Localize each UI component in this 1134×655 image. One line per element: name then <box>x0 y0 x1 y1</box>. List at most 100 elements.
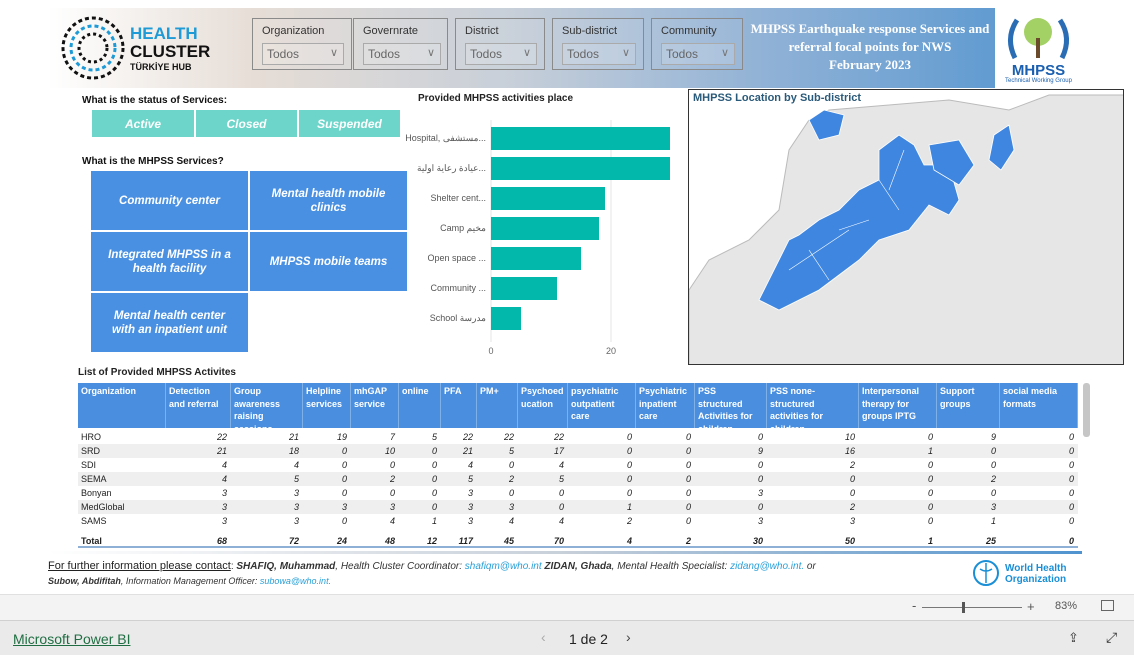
column-header[interactable]: Detection and referral <box>166 383 231 428</box>
chevron-down-icon: ∨ <box>329 47 338 59</box>
table-cell: 0 <box>1068 474 1074 484</box>
table-row[interactable]: HRO 22 21 19 7 5 22 22 22 0 0 0 10 0 9 0 <box>78 430 1078 444</box>
table-cell: 2 <box>626 516 632 526</box>
filter-organization[interactable]: Organization Todos ∨ <box>252 18 352 70</box>
logo-text-health: HEALTH <box>130 24 198 43</box>
table-scrollbar[interactable] <box>1083 383 1090 437</box>
total-cell: 70 <box>553 536 564 546</box>
community-dropdown[interactable]: Todos ∨ <box>661 43 735 65</box>
bar[interactable] <box>491 247 581 270</box>
total-cell: 68 <box>216 536 227 546</box>
district-dropdown[interactable]: Todos ∨ <box>465 43 537 65</box>
table-cell: 0 <box>927 432 933 442</box>
filter-governrate[interactable]: Governrate Todos ∨ <box>353 18 448 70</box>
status-closed-button[interactable]: Closed <box>196 110 297 137</box>
table-cell: 3 <box>467 488 473 498</box>
column-header[interactable]: Psychoed ucation <box>518 383 568 428</box>
mhpss-logo-text: MHPSS <box>1011 62 1066 79</box>
service-mobile-teams[interactable]: MHPSS mobile teams <box>250 232 407 291</box>
filter-sub-district[interactable]: Sub-district Todos ∨ <box>552 18 644 70</box>
bar[interactable] <box>491 277 557 300</box>
table-row[interactable]: SDI 4 4 0 0 0 4 0 4 0 0 0 2 0 0 0 <box>78 458 1078 472</box>
prev-page-icon[interactable]: ‹ <box>541 629 546 645</box>
column-header[interactable]: Psychiatric inpatient care <box>636 383 695 428</box>
contact-email-link[interactable]: subowa@who.int. <box>260 576 331 586</box>
governrate-dropdown[interactable]: Todos ∨ <box>363 43 441 65</box>
table-cell: 0 <box>431 460 437 470</box>
share-icon[interactable]: ⇪ <box>1068 630 1079 646</box>
health-cluster-logo: HEALTH CLUSTER TÜRKİYE HUB <box>58 13 210 83</box>
table-cell: 19 <box>336 432 347 442</box>
bar[interactable] <box>491 187 605 210</box>
column-header[interactable]: mhGAP service <box>351 383 399 428</box>
table-cell: 5 <box>558 474 564 484</box>
column-header[interactable]: Organization <box>78 383 166 428</box>
column-header[interactable]: Support groups <box>937 383 1000 428</box>
fullscreen-icon[interactable]: ⤢ <box>1106 629 1117 646</box>
next-page-icon[interactable]: › <box>626 629 631 645</box>
column-header[interactable]: Helpline services <box>303 383 351 428</box>
bar[interactable] <box>491 217 599 240</box>
sub-district-dropdown[interactable]: Todos ∨ <box>562 43 636 65</box>
service-inpatient-center[interactable]: Mental health center with an inpatient u… <box>91 293 248 352</box>
table-cell: 2 <box>849 502 855 512</box>
column-header[interactable]: PM+ <box>477 383 518 428</box>
table-cell: 2 <box>508 474 514 484</box>
zoom-slider[interactable] <box>922 602 1022 613</box>
table-cell: 0 <box>558 488 564 498</box>
table-row[interactable]: MedGlobal 3 3 3 3 0 3 3 0 1 0 0 2 0 3 0 <box>78 500 1078 514</box>
zoom-out-button[interactable]: - <box>912 598 916 613</box>
table-cell: 5 <box>293 474 299 484</box>
fit-to-page-icon[interactable] <box>1101 600 1114 611</box>
column-header[interactable]: PFA <box>441 383 477 428</box>
table-cell: 0 <box>431 474 437 484</box>
table-row[interactable]: SAMS 3 3 0 4 1 3 4 4 2 0 3 3 0 1 0 <box>78 514 1078 528</box>
filter-community[interactable]: Community Todos ∨ <box>651 18 743 70</box>
bar[interactable] <box>491 157 670 180</box>
column-header[interactable]: Interpersonal therapy for groups IPTG <box>859 383 937 428</box>
column-header[interactable]: psychiatric outpatient care <box>568 383 636 428</box>
table-cell: 0 <box>757 474 763 484</box>
activities-table: Organization Detection and referral Group … <box>78 383 1078 548</box>
column-header[interactable]: PSS structured Activities for children <box>695 383 767 434</box>
column-header[interactable]: social media formats <box>1000 383 1078 428</box>
table-cell: 0 <box>389 488 395 498</box>
table-cell: 0 <box>341 516 347 526</box>
table-cell: 0 <box>757 502 763 512</box>
table-cell: 3 <box>467 516 473 526</box>
zoom-in-button[interactable]: + <box>1027 599 1035 614</box>
table-cell: 0 <box>685 488 691 498</box>
powerbi-link[interactable]: Microsoft Power BI <box>13 631 130 647</box>
table-cell: 0 <box>757 460 763 470</box>
table-cell: 0 <box>1068 502 1074 512</box>
total-cell: 50 <box>844 536 855 546</box>
service-mobile-clinics[interactable]: Mental health mobile clinics <box>250 171 407 230</box>
table-cell: 3 <box>757 488 763 498</box>
table-cell: 10 <box>844 432 855 442</box>
service-community-center[interactable]: Community center <box>91 171 248 230</box>
x-tick-label: 20 <box>606 346 616 356</box>
table-cell: 10 <box>384 446 395 456</box>
filter-label: Governrate <box>363 25 419 37</box>
table-row[interactable]: SRD 21 18 0 10 0 21 5 17 0 0 9 16 1 0 0 <box>78 444 1078 458</box>
contact-email-link[interactable]: zidang@who.int. <box>730 561 804 572</box>
contact-email-link[interactable]: shafiqm@who.int <box>465 561 542 572</box>
column-header[interactable]: online <box>399 383 441 428</box>
bar[interactable] <box>491 307 521 330</box>
status-suspended-button[interactable]: Suspended <box>299 110 400 137</box>
organization-dropdown[interactable]: Todos ∨ <box>262 43 344 65</box>
subdistrict-map[interactable]: MHPSS Location by Sub-district <box>688 89 1124 365</box>
zoom-slider-thumb[interactable] <box>962 602 965 613</box>
status-active-button[interactable]: Active <box>92 110 194 137</box>
bar[interactable] <box>491 127 670 150</box>
column-header[interactable]: PSS none-structured activities for child… <box>767 383 859 434</box>
service-integrated-mhpss[interactable]: Integrated MHPSS in a health facility <box>91 232 248 291</box>
contact-line-1: For further information please contact: … <box>48 560 816 572</box>
zoom-bar: - + 83% <box>0 594 1134 620</box>
table-cell: 0 <box>685 446 691 456</box>
column-header[interactable]: Group awareness raising sessions <box>231 383 303 434</box>
contact-name: Subow, Abdifitah <box>48 576 121 586</box>
table-row[interactable]: SEMA 4 5 0 2 0 5 2 5 0 0 0 0 0 2 0 <box>78 472 1078 486</box>
table-row[interactable]: Bonyan 3 3 0 0 0 3 0 0 0 0 3 0 0 0 0 <box>78 486 1078 500</box>
filter-district[interactable]: District Todos ∨ <box>455 18 545 70</box>
